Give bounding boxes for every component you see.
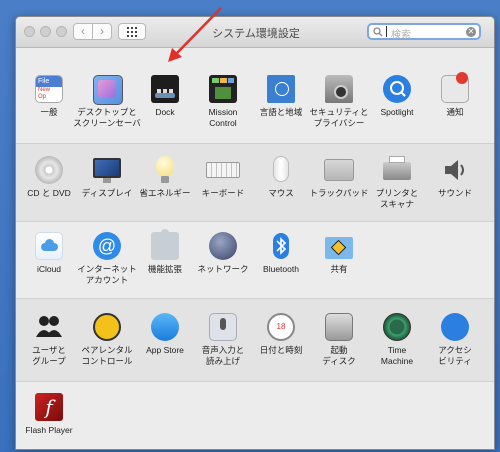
flash-player-icon: f (35, 393, 63, 421)
notifications-icon (441, 72, 469, 103)
general-icon: File New Op (35, 75, 63, 103)
accessibility-icon (441, 313, 469, 341)
time-machine-icon (383, 313, 411, 341)
system-preferences-window: ‹ › システム環境設定 検索 ✕ File New Op 一般 デスクトップと… (15, 16, 495, 450)
dock-icon (151, 75, 179, 103)
search-icon (373, 27, 383, 37)
text-cursor (386, 26, 387, 37)
minimize-button[interactable] (40, 26, 51, 37)
window-title: システム環境設定 (212, 28, 300, 40)
network-icon (209, 232, 237, 260)
title-bar: ‹ › システム環境設定 検索 ✕ (16, 17, 494, 48)
pref-label: 共有 (330, 264, 348, 274)
date-time-icon: 18 (267, 313, 295, 341)
icloud-icon (35, 232, 63, 260)
back-button[interactable]: ‹ (73, 23, 93, 40)
printer-scanner-icon (383, 156, 411, 180)
close-button[interactable] (24, 26, 35, 37)
cd-dvd-icon (35, 156, 63, 184)
pref-label: サウンド (437, 188, 472, 198)
prefs-row-system: ユーザと グループ ペアレンタル コントロール App Store 音声入力と … (16, 299, 494, 382)
spotlight-icon (383, 75, 411, 103)
sharing-icon (325, 237, 353, 259)
prefs-row-internet: iCloud @ インターネット アカウント 機能拡張 ネットワーク Bluet… (16, 222, 494, 299)
search-placeholder: 検索 (391, 30, 411, 41)
prefs-row-hardware: CD と DVD ディスプレイ 省エネルギー キーボード マウス トラックパッド (16, 144, 494, 222)
show-all-button[interactable] (118, 23, 146, 40)
energy-saver-icon (156, 156, 174, 176)
prefs-row-personal: File New Op 一般 デスクトップと スクリーンセーバ Dock Mis… (16, 48, 494, 144)
prefs-row-other: f Flash Player (16, 382, 494, 449)
pref-label: アクセシ ビリティ (438, 345, 472, 366)
parental-controls-icon (93, 313, 121, 341)
trackpad-icon (324, 159, 354, 181)
startup-disk-icon (325, 313, 353, 341)
pref-label: Flash Player (25, 425, 73, 435)
users-groups-icon (36, 316, 62, 337)
zoom-button[interactable] (56, 26, 67, 37)
app-store-icon (151, 313, 179, 341)
bluetooth-icon (273, 233, 289, 259)
pref-label: 通知 (446, 107, 464, 117)
security-privacy-icon (325, 75, 353, 103)
dictation-speech-icon (209, 313, 237, 341)
language-region-icon (267, 75, 295, 103)
clear-search-icon[interactable]: ✕ (466, 27, 476, 37)
internet-accounts-icon: @ (93, 232, 121, 260)
forward-button[interactable]: › (92, 23, 112, 40)
mouse-icon (273, 156, 289, 182)
mission-control-icon (209, 75, 237, 103)
sound-icon (445, 160, 464, 180)
desktop-screensaver-icon (93, 75, 123, 105)
search-field[interactable]: 検索 ✕ (367, 23, 481, 41)
extensions-icon (151, 229, 179, 260)
display-icon (93, 158, 121, 178)
keyboard-icon (206, 162, 240, 178)
